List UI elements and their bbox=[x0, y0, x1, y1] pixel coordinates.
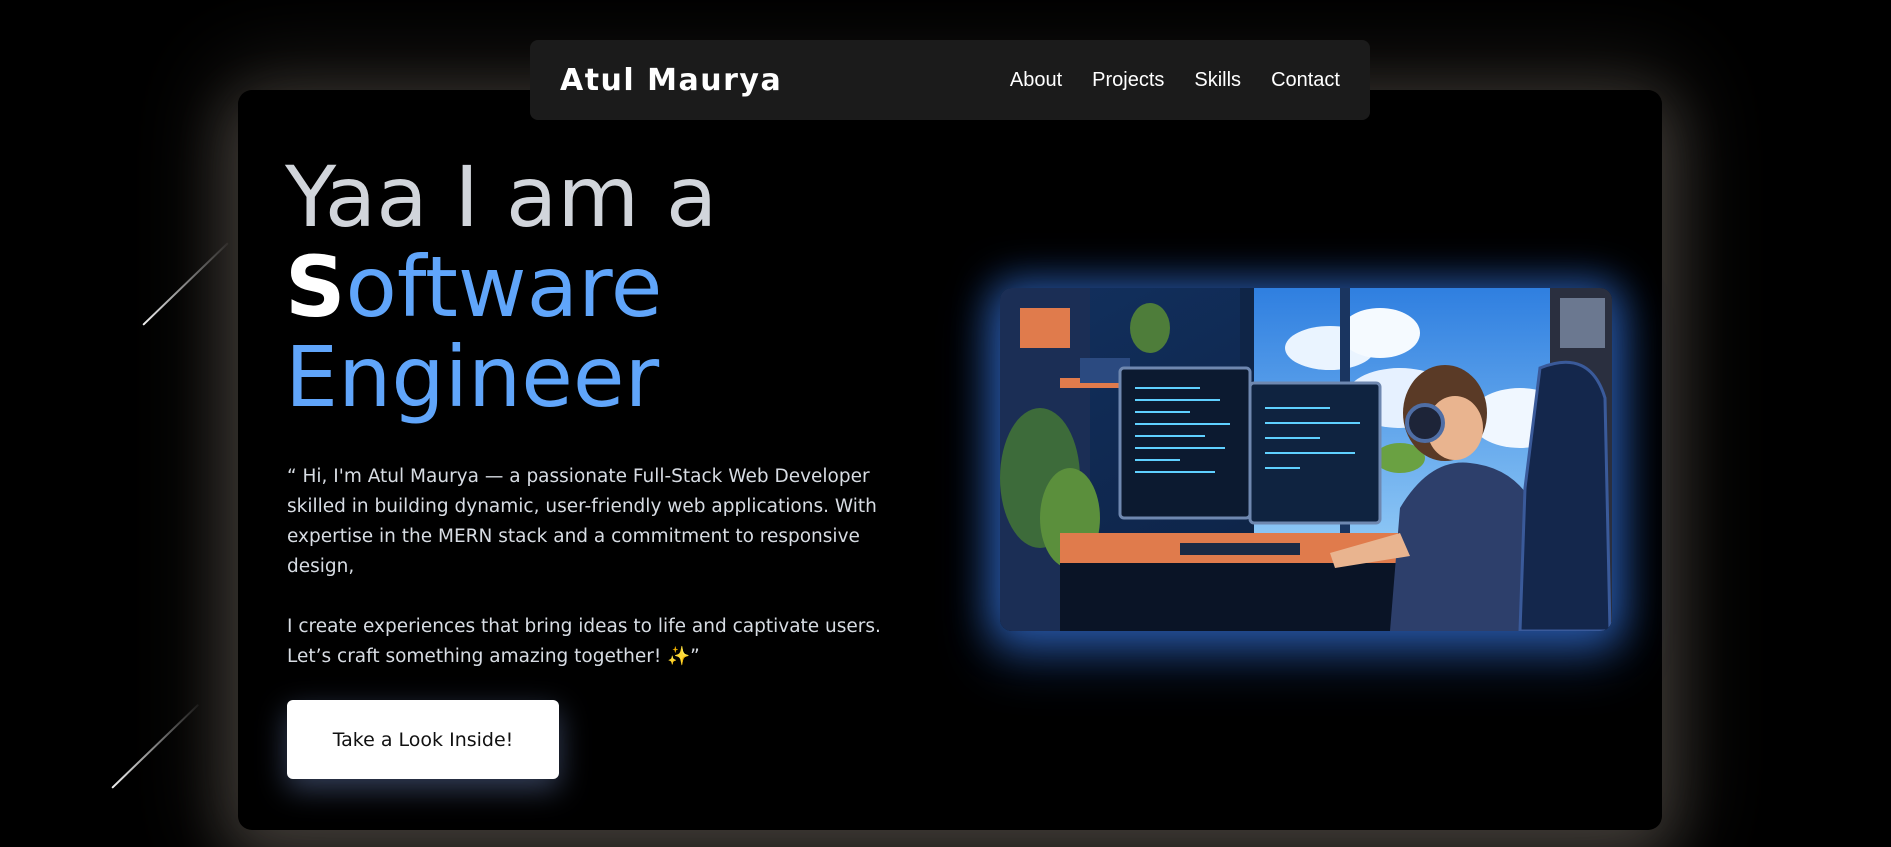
developer-illustration bbox=[1000, 288, 1612, 631]
hero-description: “ Hi, I'm Atul Maurya — a passionate Ful… bbox=[287, 462, 917, 672]
shooting-star-streak bbox=[111, 703, 200, 789]
shooting-star-streak bbox=[142, 242, 229, 326]
hero-title-line-3: Engineer bbox=[285, 328, 660, 426]
navbar: Atul Maurya About Projects Skills Contac… bbox=[530, 40, 1370, 120]
nav-link-contact[interactable]: Contact bbox=[1271, 69, 1340, 92]
hero-title: Yaa I am a Software Engineer bbox=[285, 152, 717, 422]
nav-links: About Projects Skills Contact bbox=[1010, 69, 1340, 92]
hero-title-word: oftware bbox=[345, 238, 663, 336]
hero-title-line-2: Software bbox=[285, 242, 717, 332]
brand-logo[interactable]: Atul Maurya bbox=[560, 63, 782, 98]
hero-paragraph-2: I create experiences that bring ideas to… bbox=[287, 616, 881, 667]
nav-link-projects[interactable]: Projects bbox=[1092, 69, 1164, 92]
hero-paragraph-1: “ Hi, I'm Atul Maurya — a passionate Ful… bbox=[287, 466, 877, 577]
take-a-look-button[interactable]: Take a Look Inside! bbox=[287, 700, 559, 779]
nav-link-skills[interactable]: Skills bbox=[1194, 69, 1241, 92]
hero-title-first-letter: S bbox=[285, 238, 346, 336]
nav-link-about[interactable]: About bbox=[1010, 69, 1062, 92]
hero-title-line-1: Yaa I am a bbox=[285, 148, 718, 246]
